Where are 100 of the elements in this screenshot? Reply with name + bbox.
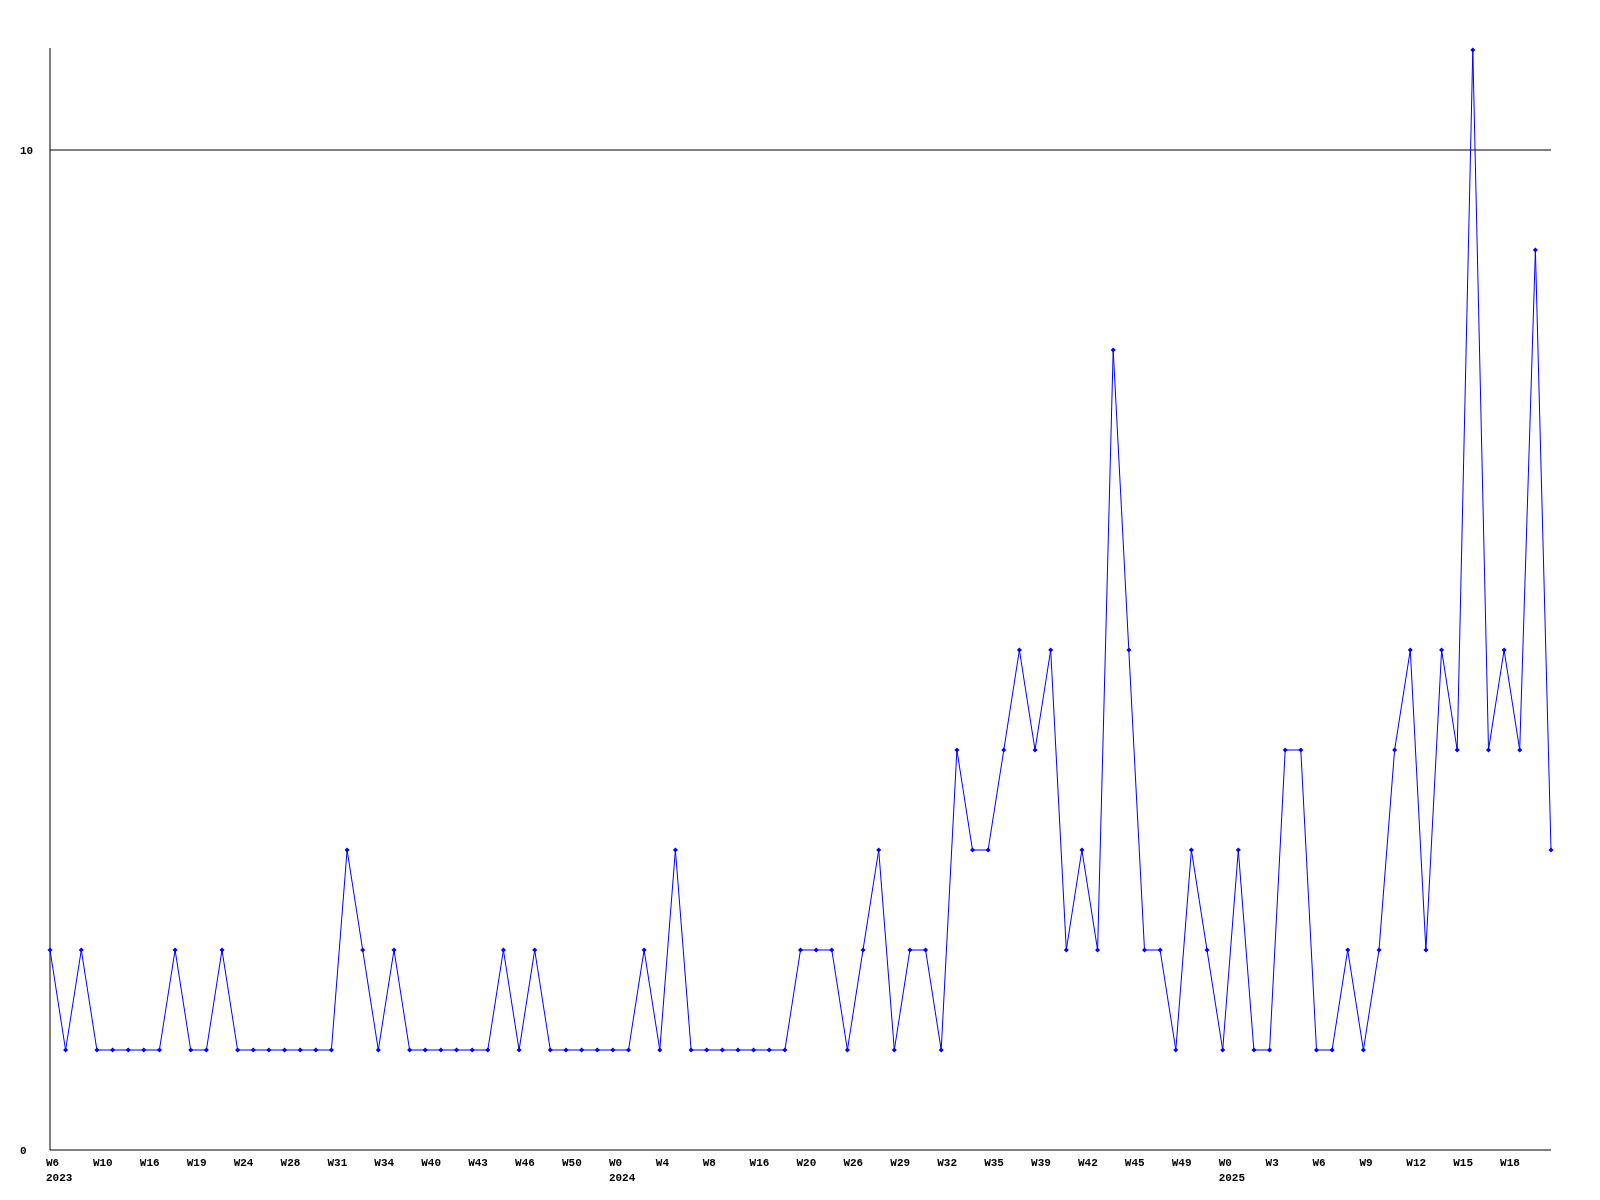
data-point bbox=[829, 947, 835, 953]
data-point bbox=[1517, 747, 1523, 753]
data-point bbox=[672, 847, 678, 853]
data-point bbox=[1204, 947, 1210, 953]
data-point bbox=[125, 1047, 131, 1053]
data-point bbox=[970, 847, 975, 853]
data-point bbox=[438, 1047, 444, 1053]
data-point bbox=[516, 1047, 522, 1053]
axis-tick-label: W31 bbox=[327, 1157, 348, 1169]
data-point bbox=[1126, 647, 1132, 653]
data-point bbox=[782, 1047, 788, 1053]
data-point bbox=[985, 847, 991, 853]
axis-tick-label: W19 bbox=[186, 1157, 207, 1169]
data-point bbox=[1016, 647, 1022, 653]
data-point bbox=[360, 947, 366, 953]
data-point bbox=[250, 1047, 256, 1053]
data-point bbox=[798, 947, 803, 953]
data-point bbox=[1220, 1047, 1226, 1053]
data-point bbox=[313, 1047, 319, 1053]
data-point bbox=[923, 947, 929, 953]
data-point bbox=[594, 1047, 600, 1053]
axis-tick-label: W10 bbox=[92, 1157, 113, 1169]
data-point bbox=[1157, 947, 1163, 953]
data-point bbox=[751, 1047, 757, 1053]
data-point bbox=[891, 1047, 897, 1053]
axis-tick-label: 0 bbox=[20, 1145, 27, 1157]
data-point bbox=[1173, 1047, 1179, 1053]
axis-tick-label: W32 bbox=[937, 1157, 958, 1169]
axis-tick-label: W46 bbox=[515, 1157, 535, 1169]
data-point bbox=[1079, 847, 1085, 853]
data-point bbox=[1235, 847, 1241, 853]
axis-tick-label: W50 bbox=[561, 1157, 582, 1169]
data-point bbox=[1454, 747, 1460, 753]
data-point bbox=[813, 947, 819, 953]
data-point bbox=[407, 1047, 413, 1053]
data-point bbox=[688, 1047, 694, 1053]
data-point bbox=[1313, 1047, 1319, 1053]
data-point bbox=[282, 1047, 288, 1053]
data-point bbox=[844, 1047, 850, 1053]
data-point bbox=[1532, 247, 1538, 253]
axis-tick-label: W20 bbox=[796, 1157, 817, 1169]
data-point bbox=[375, 1047, 381, 1053]
data-point bbox=[657, 1047, 663, 1053]
data-point bbox=[235, 1047, 241, 1053]
axis-tick-label: W9 bbox=[1359, 1157, 1373, 1169]
data-point bbox=[1282, 747, 1288, 753]
axis-tick-label: W29 bbox=[890, 1157, 911, 1169]
data-point bbox=[1001, 747, 1007, 753]
data-point bbox=[547, 1047, 553, 1053]
axis-tick-label: W18 bbox=[1500, 1157, 1520, 1169]
data-point bbox=[266, 1047, 272, 1053]
axis-tick-label: W49 bbox=[1171, 1157, 1192, 1169]
data-point bbox=[1251, 1047, 1257, 1053]
axis-tick-label: W4 bbox=[655, 1157, 669, 1169]
axis-tick-label: W26 bbox=[843, 1157, 864, 1169]
axis-tick-label: W45 bbox=[1124, 1157, 1145, 1169]
data-point bbox=[1095, 947, 1101, 953]
data-point bbox=[141, 1047, 147, 1053]
data-point bbox=[563, 1047, 569, 1053]
data-point bbox=[391, 947, 397, 953]
data-point bbox=[954, 747, 960, 753]
data-point bbox=[1423, 947, 1429, 953]
axis-tick-label: W16 bbox=[749, 1157, 770, 1169]
axis-tick-label: W35 bbox=[984, 1157, 1004, 1169]
data-point bbox=[532, 947, 538, 953]
data-point bbox=[876, 847, 882, 853]
data-point bbox=[172, 947, 178, 953]
data-point bbox=[1392, 747, 1398, 753]
data-point bbox=[626, 1047, 631, 1053]
data-point bbox=[188, 1047, 194, 1053]
data-point bbox=[1501, 647, 1507, 653]
data-point bbox=[641, 947, 647, 953]
data-point bbox=[860, 947, 866, 953]
data-point bbox=[1360, 1047, 1366, 1053]
data-point bbox=[500, 947, 506, 953]
axis-tick-label: W8 bbox=[702, 1157, 716, 1169]
data-point bbox=[1439, 647, 1445, 653]
data-point bbox=[63, 1047, 69, 1053]
data-point bbox=[78, 947, 84, 953]
axis-tick-label: W28 bbox=[280, 1157, 301, 1169]
data-point bbox=[1329, 1047, 1335, 1053]
data-point bbox=[110, 1047, 116, 1053]
data-point bbox=[719, 1047, 725, 1053]
data-point bbox=[1298, 747, 1304, 753]
axis-tick-label: W16 bbox=[139, 1157, 160, 1169]
axis-tick-label: W39 bbox=[1031, 1157, 1051, 1169]
data-point bbox=[94, 1047, 100, 1053]
data-point bbox=[1032, 747, 1038, 753]
data-point bbox=[1063, 947, 1069, 953]
data-point bbox=[610, 1047, 616, 1053]
data-point bbox=[422, 1047, 428, 1053]
axis-tick-label: W43 bbox=[468, 1157, 488, 1169]
axis-tick-label: W34 bbox=[374, 1157, 395, 1169]
axis-tick-label: W3 bbox=[1265, 1157, 1279, 1169]
axis-tick-label: W0 2024 bbox=[608, 1157, 636, 1184]
data-point bbox=[1470, 47, 1476, 53]
data-point bbox=[328, 1047, 334, 1053]
data-point bbox=[1142, 947, 1147, 953]
axis-tick-label: W6 2023 bbox=[46, 1157, 73, 1184]
data-point bbox=[485, 1047, 491, 1053]
